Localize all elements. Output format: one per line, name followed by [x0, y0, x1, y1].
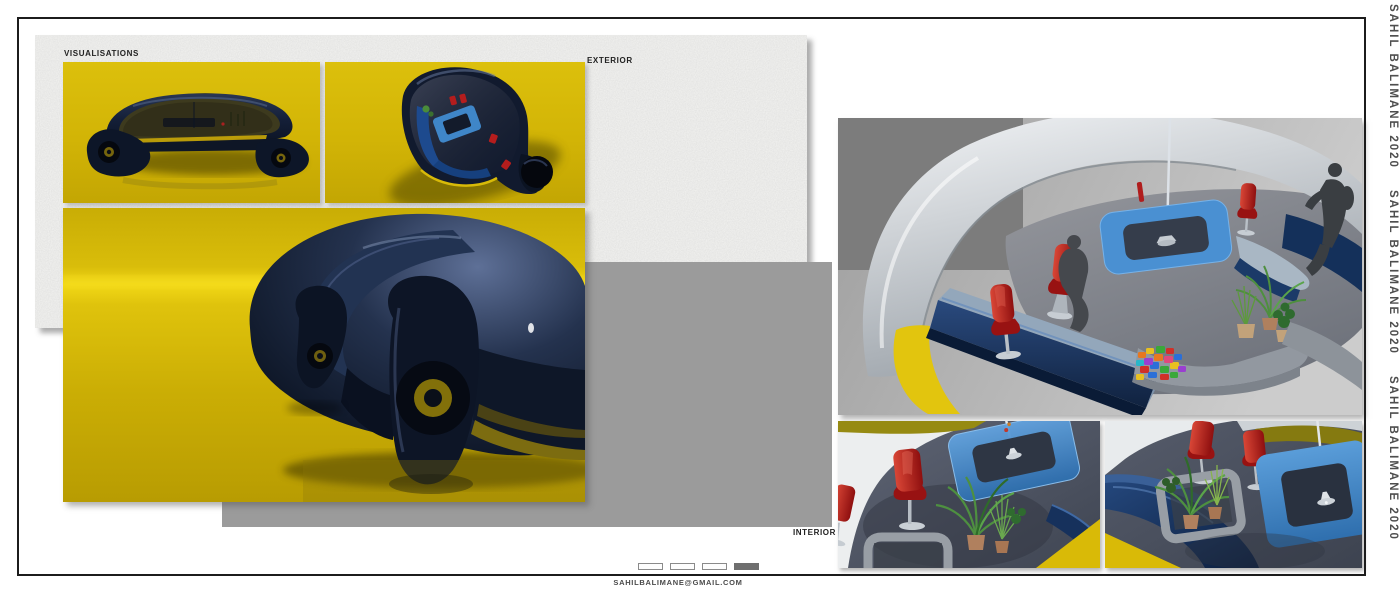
credit-item: SAHIL BALIMANE 2020 — [1387, 190, 1399, 356]
interior-main-image — [838, 110, 1362, 418]
credit-item: SAHIL BALIMANE 2020 — [1387, 376, 1399, 542]
exterior-label: EXTERIOR — [587, 56, 633, 65]
credit-vertical-text: SAHIL BALIMANE 2020 SAHIL BALIMANE 2020 … — [1377, 4, 1399, 587]
credit-item: SAHIL BALIMANE 2020 — [1387, 4, 1399, 169]
page-indicator-item[interactable] — [638, 563, 663, 570]
glint — [528, 323, 534, 333]
interior-table-silhouette — [163, 118, 215, 127]
page-indicator-item[interactable] — [702, 563, 727, 570]
page-indicator — [638, 563, 759, 570]
exterior-top-view-image — [325, 62, 585, 208]
exterior-rear-view-image — [63, 208, 603, 502]
page-indicator-item[interactable] — [670, 563, 695, 570]
portfolio-page: VISUALISATIONS EXTERIOR INTERIOR SAHILBA… — [0, 0, 1400, 591]
page-indicator-item[interactable] — [734, 563, 759, 570]
visualisations-label: VISUALISATIONS — [64, 49, 139, 58]
interior-label: INTERIOR — [792, 528, 836, 537]
exterior-side-view-image — [63, 62, 320, 203]
interior-detail-right-image — [1105, 419, 1378, 569]
interior-detail-left-image — [827, 349, 1101, 568]
email-text: SAHILBALIMANE@GMAIL.COM — [613, 578, 743, 587]
